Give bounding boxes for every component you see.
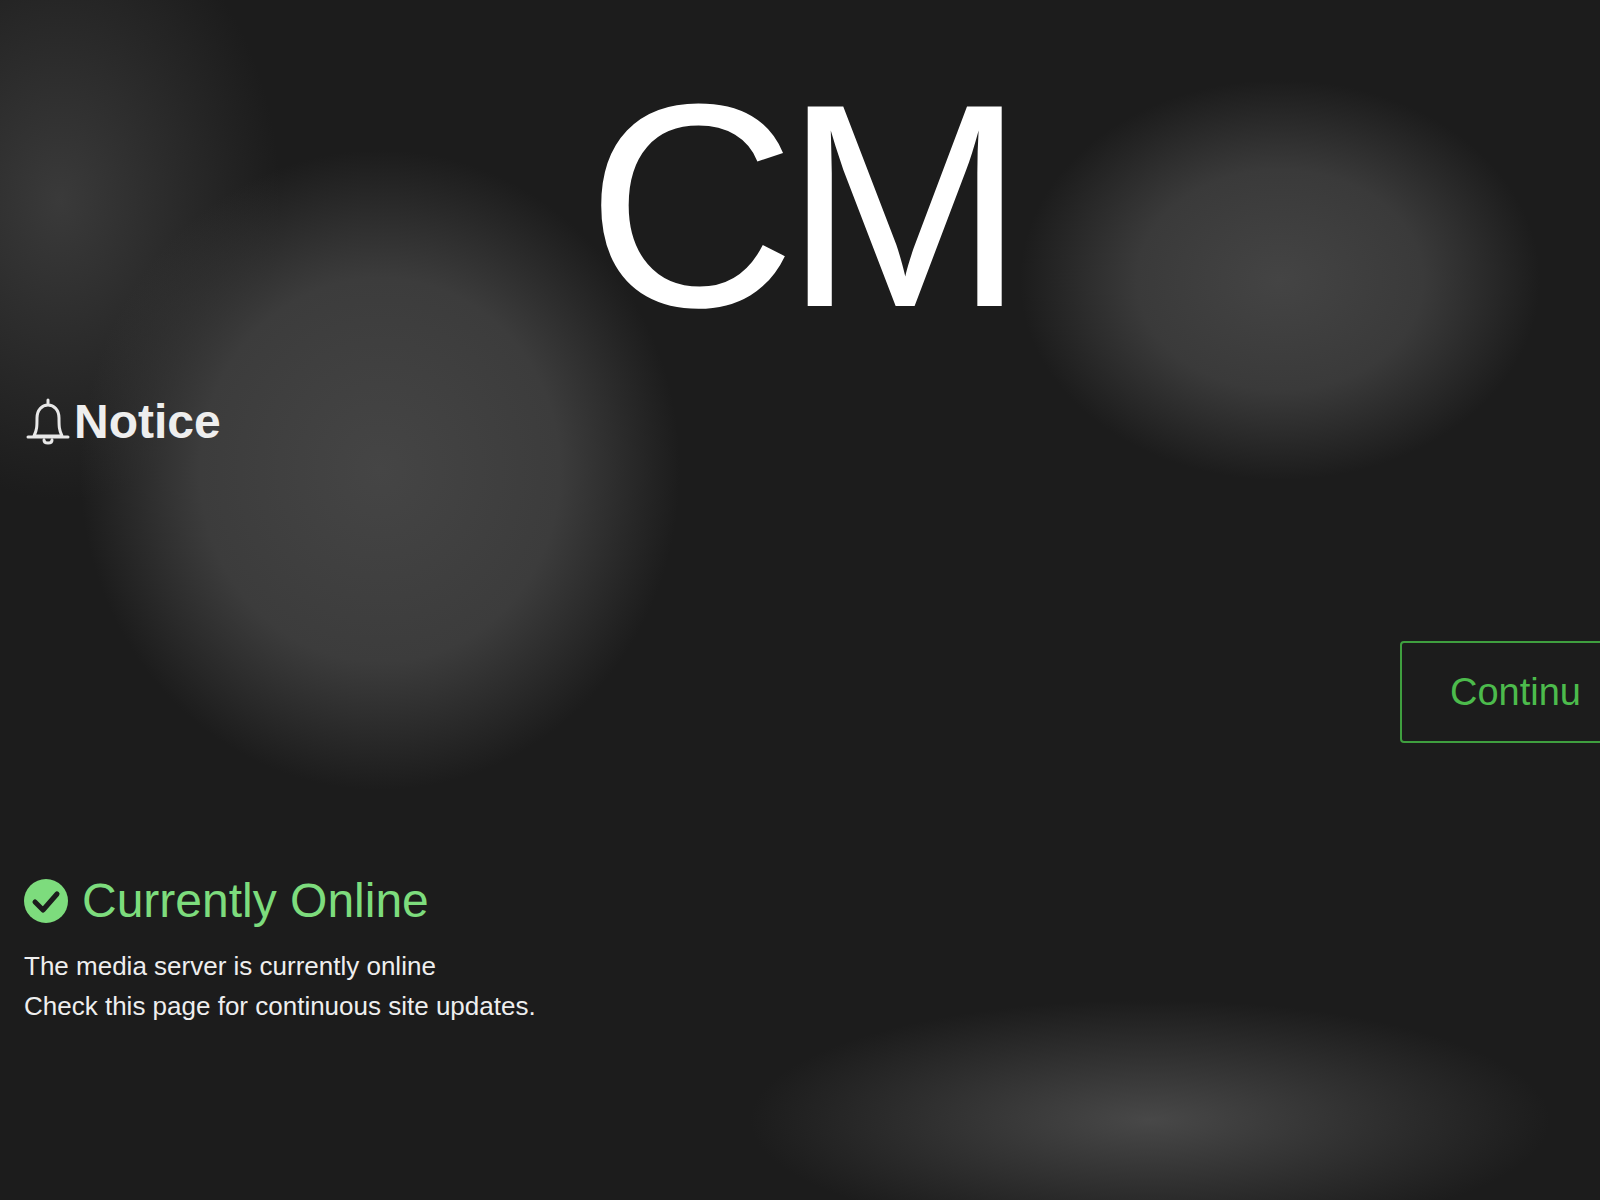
status-page: CM Notice Continu Currently Online The media… [0,0,1600,1200]
notice-heading: Notice [24,394,1600,449]
status-heading: Currently Online [24,873,1600,928]
continue-button[interactable]: Continu [1400,641,1600,743]
status-text: The media server is currently onlineChec… [24,946,1600,1026]
button-row: Continu [24,641,1600,743]
notice-title: Notice [74,394,221,449]
logo: CM [586,60,1013,350]
status-line: The media server is currently online [24,946,1600,986]
status-section: Currently Online The media server is curr… [24,873,1600,1026]
status-title: Currently Online [82,873,429,928]
status-line: Check this page for continuous site upda… [24,986,1600,1026]
logo-row: CM [24,60,1600,350]
check-circle-icon [24,879,68,923]
bell-icon [24,396,72,448]
